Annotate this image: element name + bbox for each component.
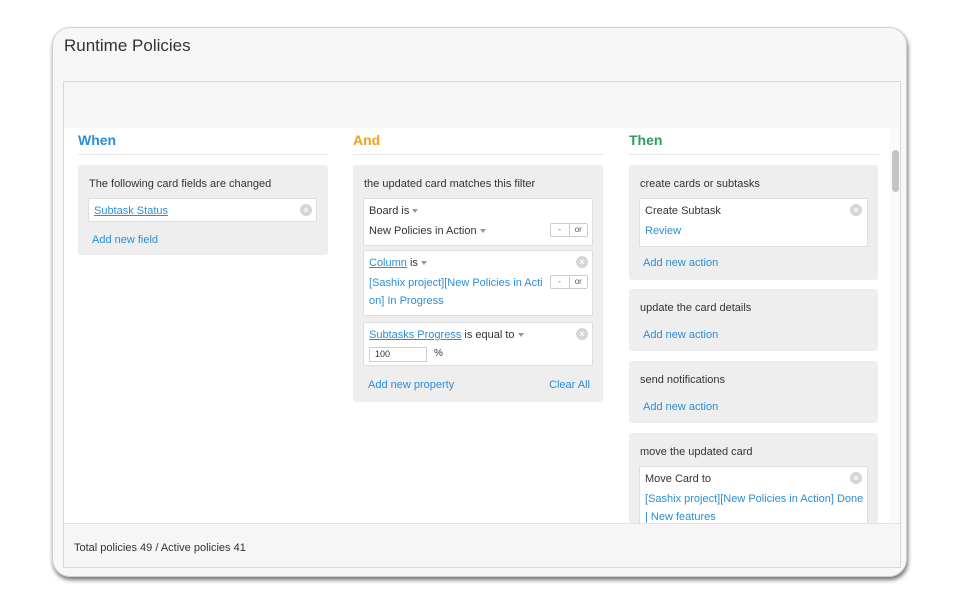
remove-move-icon[interactable]: × xyxy=(850,472,862,484)
policies-summary: Total policies 49 / Active policies 41 xyxy=(74,542,246,554)
then-heading: Then xyxy=(629,128,879,155)
policies-footer: Total policies 49 / Active policies 41 xyxy=(64,523,900,567)
when-column: When The following card fields are chang… xyxy=(78,128,328,255)
then-group-notify: send notifications Add new action xyxy=(629,361,878,423)
board-label: Board is xyxy=(369,205,419,217)
caret-down-icon[interactable] xyxy=(412,209,419,214)
and-group-title: the updated card matches this filter xyxy=(364,178,536,190)
scroll-thumb[interactable] xyxy=(892,150,899,192)
progress-input[interactable]: 100 xyxy=(369,347,427,362)
remove-subtasks-icon[interactable]: × xyxy=(576,328,588,340)
remove-column-icon[interactable]: × xyxy=(576,256,588,268)
toggle-or[interactable]: or xyxy=(568,224,588,236)
caret-down-icon[interactable] xyxy=(517,333,524,338)
policy-editor: When The following card fields are chang… xyxy=(64,128,889,523)
clear-all-link[interactable]: Clear All xyxy=(549,379,590,391)
move-card-value-line2[interactable]: | New features xyxy=(645,511,716,523)
move-card-label: Move Card to xyxy=(645,473,712,485)
subtasks-label: Subtasks Progress is equal to xyxy=(369,329,524,341)
when-heading: When xyxy=(78,128,328,155)
board-toggle[interactable]: - or xyxy=(550,223,588,237)
add-property-link[interactable]: Add new property xyxy=(368,379,454,391)
then-column: Then create cards or subtasks Create Sub… xyxy=(629,128,879,523)
column-toggle[interactable]: - or xyxy=(550,275,588,289)
remove-create-icon[interactable]: × xyxy=(850,204,862,216)
then-group-move: move the updated card Move Card to × [Sa… xyxy=(629,433,878,523)
move-group-title: move the updated card xyxy=(640,446,753,458)
and-column: And the updated card matches this filter… xyxy=(353,128,603,402)
toggle-minus[interactable]: - xyxy=(551,224,569,236)
column-condition: Column is × [Sashix project][New Policie… xyxy=(363,250,593,316)
when-group-title: The following card fields are changed xyxy=(89,178,272,190)
column-value-line2[interactable]: on] In Progress xyxy=(369,295,444,307)
column-label: Column is xyxy=(369,257,427,269)
create-group-title: create cards or subtasks xyxy=(640,178,760,190)
and-heading: And xyxy=(353,128,603,155)
add-create-action-link[interactable]: Add new action xyxy=(643,257,718,269)
column-value-line1[interactable]: [Sashix project][New Policies in Acti xyxy=(369,277,543,289)
caret-down-icon[interactable] xyxy=(420,261,427,266)
create-subtask-value[interactable]: Review xyxy=(645,225,681,237)
progress-unit: % xyxy=(434,348,443,359)
board-value[interactable]: New Policies in Action xyxy=(369,225,486,237)
caret-down-icon xyxy=(479,229,486,234)
then-group-create: create cards or subtasks Create Subtask … xyxy=(629,165,878,280)
remove-field-icon[interactable]: × xyxy=(300,204,312,216)
when-group: The following card fields are changed Su… xyxy=(78,165,328,255)
create-subtask-label: Create Subtask xyxy=(645,205,721,217)
policies-window: Runtime Policies When The following card… xyxy=(52,27,907,577)
vertical-scrollbar[interactable] xyxy=(889,128,900,523)
and-group: the updated card matches this filter Boa… xyxy=(353,165,603,402)
toggle-or[interactable]: or xyxy=(568,276,588,288)
then-group-update: update the card details Add new action xyxy=(629,289,878,351)
move-card-value-line1[interactable]: [Sashix project][New Policies in Action]… xyxy=(645,493,863,505)
toggle-minus[interactable]: - xyxy=(551,276,569,288)
add-field-link[interactable]: Add new field xyxy=(92,234,158,246)
add-notify-action-link[interactable]: Add new action xyxy=(643,401,718,413)
notify-group-title: send notifications xyxy=(640,374,725,386)
field-item: Subtask Status × xyxy=(88,198,317,222)
policy-panel: When The following card fields are chang… xyxy=(63,81,901,568)
create-subtask-action: Create Subtask × Review xyxy=(639,198,868,247)
subtasks-condition: Subtasks Progress is equal to × 100 % xyxy=(363,322,593,366)
board-condition: Board is New Policies in Action - or xyxy=(363,198,593,246)
update-group-title: update the card details xyxy=(640,302,752,314)
move-card-action: Move Card to × [Sashix project][New Poli… xyxy=(639,466,868,523)
add-update-action-link[interactable]: Add new action xyxy=(643,329,718,341)
window-title: Runtime Policies xyxy=(64,36,191,55)
field-name[interactable]: Subtask Status xyxy=(94,205,168,217)
board-op[interactable]: is xyxy=(401,205,409,217)
